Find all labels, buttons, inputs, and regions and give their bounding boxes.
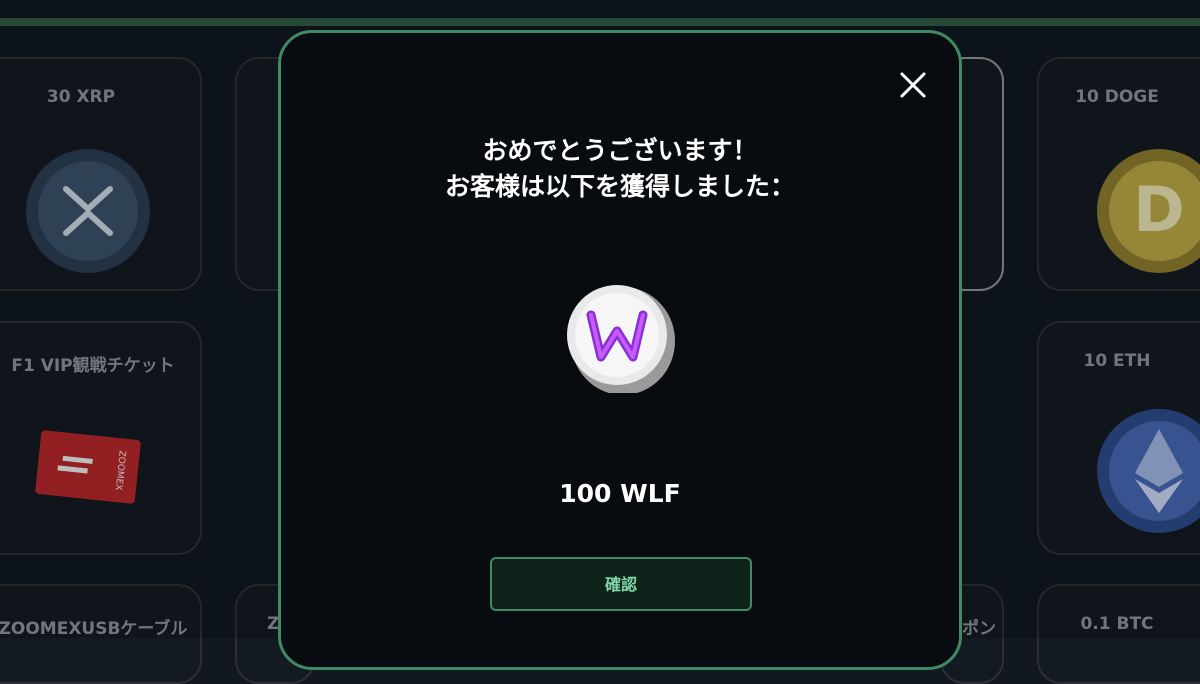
modal-title-line2: お客様は以下を獲得しました： <box>444 172 795 201</box>
modal-title-line1: おめでとうございます！ <box>482 136 758 165</box>
confirm-button[interactable]: 確認 <box>490 557 752 611</box>
close-icon[interactable] <box>895 67 931 103</box>
wlf-coin-icon <box>567 285 675 393</box>
modal-title: おめでとうございます！ お客様は以下を獲得しました： <box>281 133 959 205</box>
prize-name: 100 WLF <box>559 479 681 508</box>
prize-won-modal: おめでとうございます！ お客様は以下を獲得しました： 100 WLF 確認 <box>278 30 962 670</box>
